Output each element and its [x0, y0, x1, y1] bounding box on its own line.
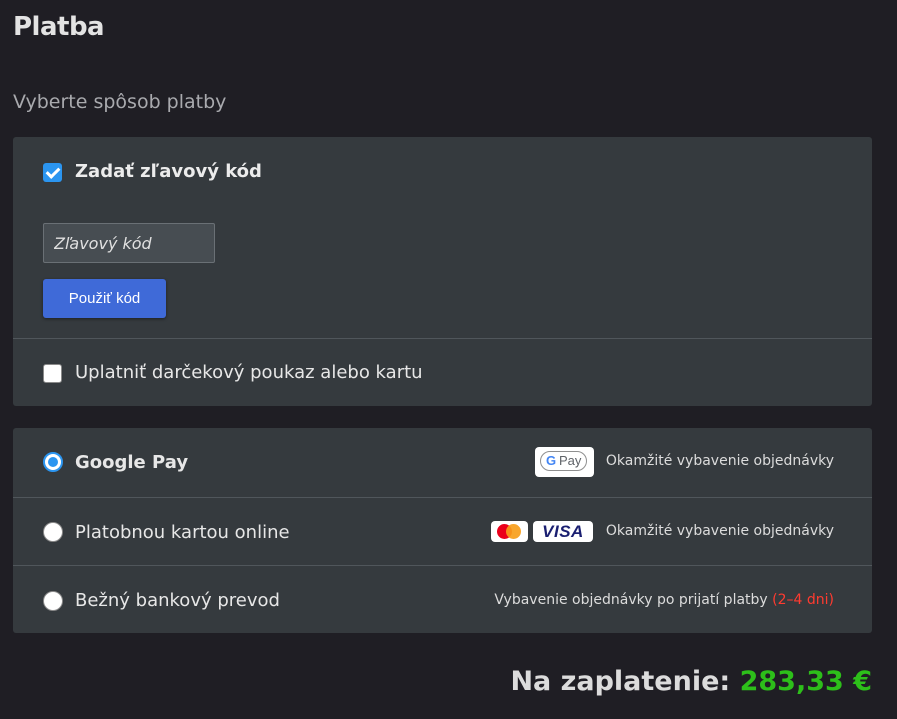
total-amount: 283,33 € — [739, 666, 872, 697]
google-g-icon: G — [546, 453, 557, 468]
discount-checkbox[interactable] — [43, 163, 62, 182]
total-summary: Na zaplatenie: 283,33 € — [510, 666, 872, 697]
page-title: Platba — [13, 12, 105, 42]
bank-transfer-note-text: Vybavenie objednávky po prijatí platby — [494, 592, 768, 608]
bank-transfer-radio[interactable] — [43, 591, 63, 611]
discount-code-input[interactable] — [43, 223, 215, 263]
apply-code-button[interactable]: Použiť kód — [43, 279, 166, 318]
mastercard-icon — [491, 521, 528, 542]
google-pay-note: Okamžité vybavenie objednávky — [605, 453, 834, 469]
discount-checkbox-label[interactable]: Zadať zľavový kód — [75, 161, 262, 182]
divider — [13, 338, 872, 339]
mastercard-orange-circle — [506, 524, 521, 539]
divider — [13, 565, 872, 566]
bank-transfer-days: (2–4 dni) — [772, 592, 834, 608]
gift-card-checkbox[interactable] — [43, 364, 62, 383]
page-subtitle: Vyberte spôsob platby — [13, 91, 227, 113]
payment-methods-card: Google Pay G Pay Okamžité vybavenie obje… — [13, 428, 872, 633]
google-pay-icon: G Pay — [535, 447, 594, 477]
google-pay-label[interactable]: Google Pay — [75, 452, 188, 473]
bank-transfer-note: Vybavenie objednávky po prijatí platby (… — [494, 592, 834, 608]
google-pay-radio[interactable] — [43, 452, 63, 472]
gift-card-checkbox-label[interactable]: Uplatniť darčekový poukaz alebo kartu — [75, 362, 423, 383]
visa-icon: VISA — [533, 521, 593, 542]
card-online-note: Okamžité vybavenie objednávky — [605, 523, 834, 539]
card-online-radio[interactable] — [43, 522, 63, 542]
google-pay-pill: G Pay — [540, 451, 587, 471]
divider — [13, 497, 872, 498]
google-pay-badge-text: Pay — [559, 453, 582, 468]
discount-card: Zadať zľavový kód Použiť kód Uplatniť da… — [13, 137, 872, 406]
total-label: Na zaplatenie: — [510, 666, 731, 697]
bank-transfer-label[interactable]: Bežný bankový prevod — [75, 590, 280, 611]
card-online-label[interactable]: Platobnou kartou online — [75, 522, 290, 543]
payment-page: Platba Vyberte spôsob platby Zadať zľavo… — [0, 0, 897, 719]
